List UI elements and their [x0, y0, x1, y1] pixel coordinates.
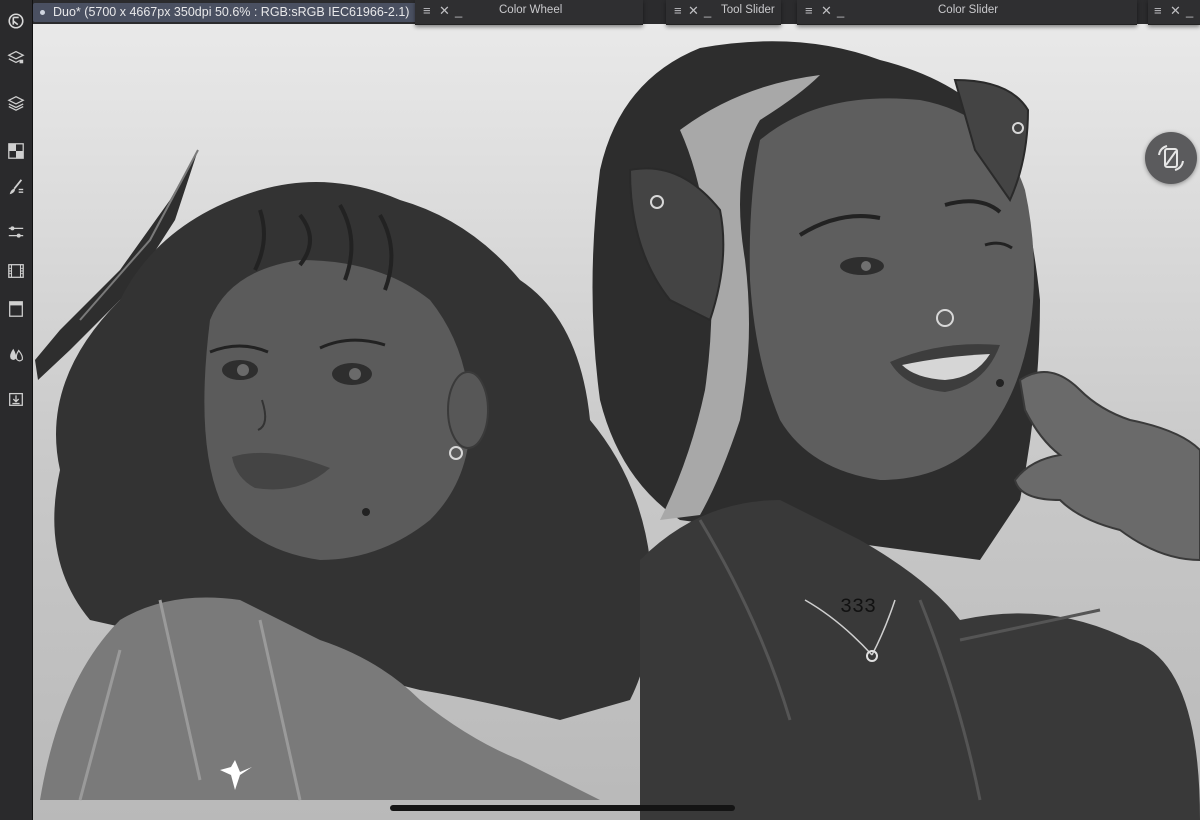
panel-title: Color Slider: [938, 4, 999, 16]
export-icon[interactable]: [0, 384, 32, 414]
close-icon[interactable]: ✕: [1170, 3, 1181, 19]
adjustment-sliders-icon[interactable]: [0, 217, 32, 247]
panel-menu-icon[interactable]: ≡: [1154, 3, 1162, 19]
animation-film-icon[interactable]: [0, 256, 32, 286]
layers-icon[interactable]: [0, 88, 32, 118]
color-wheel-panel[interactable]: ≡ ✕ _ Color Wheel: [415, 0, 643, 25]
grid-icon[interactable]: [0, 136, 32, 166]
drawing-canvas[interactable]: 333: [33, 24, 1200, 820]
panel-title: Color Wheel: [499, 4, 563, 16]
rotate-canvas-button[interactable]: [1145, 132, 1197, 184]
layer-properties-icon[interactable]: [0, 42, 32, 72]
tool-slider-panel[interactable]: ≡ ✕ _ Tool Slider: [666, 0, 781, 25]
brush-icon[interactable]: [0, 172, 32, 202]
panel-menu-icon[interactable]: ≡: [423, 3, 431, 19]
panel-menu-icon[interactable]: ≡: [674, 3, 682, 19]
close-icon[interactable]: ✕: [821, 3, 832, 19]
left-toolbar: [0, 0, 33, 820]
page-icon[interactable]: [0, 294, 32, 324]
panel-title: Tool Slider: [721, 4, 775, 16]
artwork: 333: [35, 41, 1200, 820]
minimize-icon[interactable]: _: [704, 3, 711, 19]
close-icon[interactable]: ✕: [688, 3, 699, 19]
extra-panel-tab[interactable]: ≡ ✕ _: [1148, 0, 1200, 25]
minimize-icon[interactable]: _: [837, 3, 844, 19]
unsaved-dot-icon: [40, 10, 45, 15]
panel-menu-icon[interactable]: ≡: [805, 3, 813, 19]
document-tab[interactable]: Duo* (5700 x 4667px 350dpi 50.6% : RGB:s…: [33, 3, 418, 22]
color-slider-panel[interactable]: ≡ ✕ _ Color Slider: [797, 0, 1137, 25]
color-drops-icon[interactable]: [0, 340, 32, 370]
close-icon[interactable]: ✕: [439, 3, 450, 19]
app-logo-icon[interactable]: [0, 6, 32, 36]
document-info: (5700 x 4667px 350dpi 50.6% : RGB:sRGB I…: [84, 5, 410, 19]
rotate-icon: [1158, 145, 1184, 171]
minimize-icon[interactable]: _: [1186, 3, 1193, 19]
svg-text:333: 333: [840, 596, 876, 619]
home-indicator[interactable]: [390, 805, 735, 811]
minimize-icon[interactable]: _: [455, 3, 462, 19]
document-name: Duo*: [53, 5, 81, 19]
